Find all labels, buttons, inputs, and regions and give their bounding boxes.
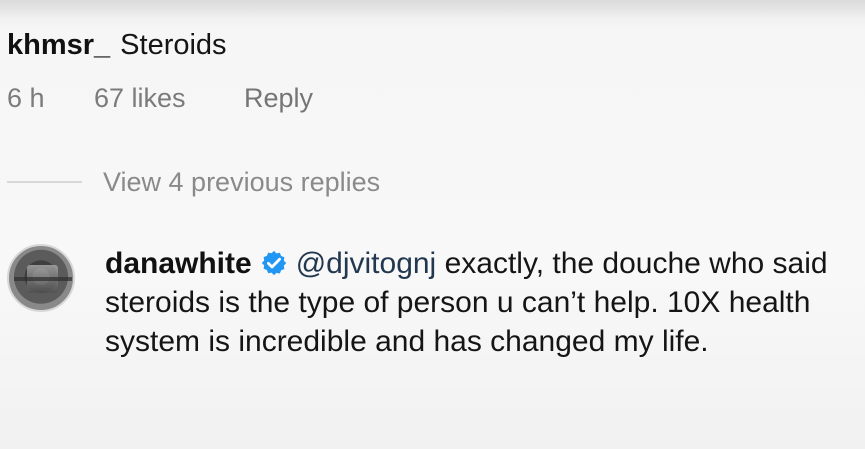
comment-row: khmsr_ Steroids <box>7 28 857 62</box>
comment-body: khmsr_ Steroids <box>7 28 857 62</box>
verified-badge-icon <box>260 248 288 276</box>
view-replies-label[interactable]: View 4 previous replies <box>103 167 380 198</box>
top-fade <box>0 0 865 18</box>
reply-button[interactable]: Reply <box>244 82 313 114</box>
comment-likes[interactable]: 67 likes <box>94 82 244 114</box>
avatar-detail <box>14 277 72 281</box>
comment-time: 6 h <box>7 83 45 113</box>
comment-meta: 6 h 67 likes Reply <box>7 82 313 114</box>
view-previous-replies[interactable]: View 4 previous replies <box>7 165 507 199</box>
avatar[interactable] <box>7 244 75 312</box>
reply-body: danawhite @djvitognj exactly, the douche … <box>105 244 845 361</box>
comment-username[interactable]: khmsr_ <box>7 29 110 61</box>
comment-text: Steroids <box>120 29 227 61</box>
replies-divider <box>7 181 82 183</box>
reply-username[interactable]: danawhite <box>105 247 252 280</box>
mention-link[interactable]: @djvitognj <box>296 247 437 280</box>
